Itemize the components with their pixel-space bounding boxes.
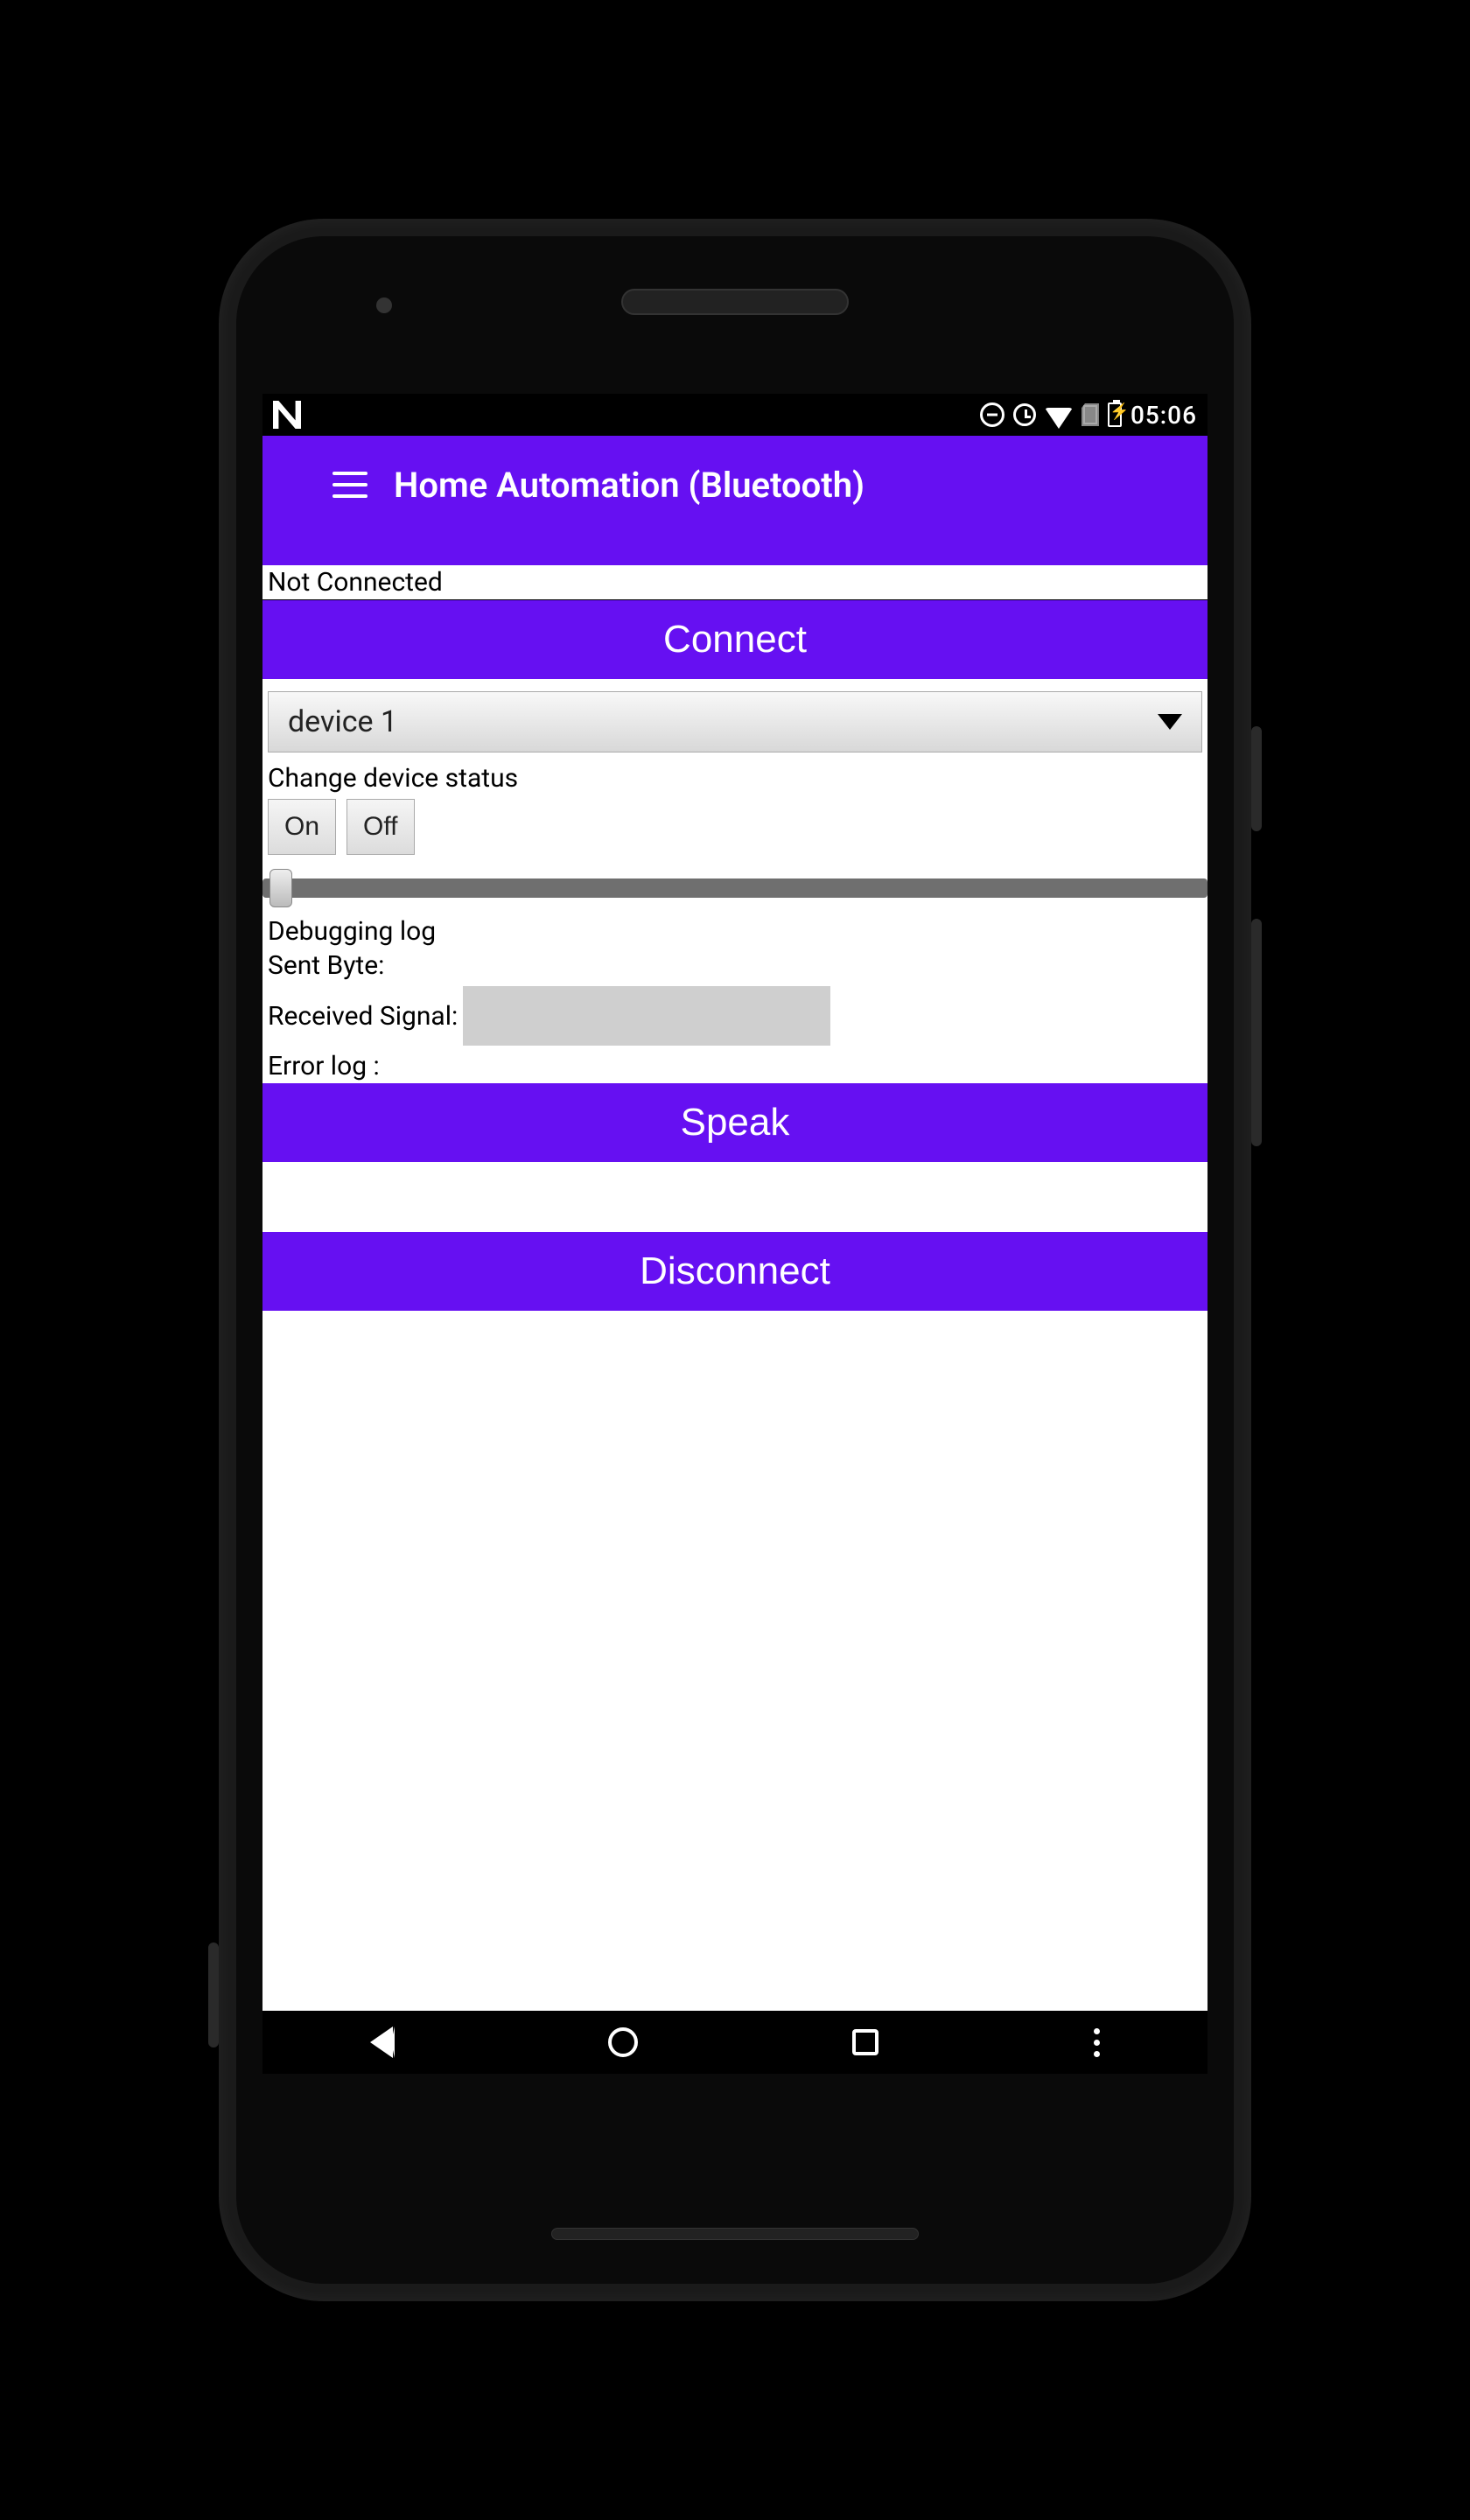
connect-button[interactable]: Connect xyxy=(262,600,1208,679)
do-not-disturb-icon xyxy=(980,402,1004,427)
error-log-label: Error log : xyxy=(262,1049,1208,1083)
level-slider[interactable] xyxy=(262,871,1208,906)
clock: 05:06 xyxy=(1130,401,1197,430)
received-signal-field[interactable] xyxy=(463,986,830,1046)
back-icon[interactable] xyxy=(370,2026,393,2058)
disconnect-button[interactable]: Disconnect xyxy=(262,1232,1208,1311)
volume-button xyxy=(1251,919,1262,1146)
connection-status: Not Connected xyxy=(262,565,1208,600)
navigation-bar xyxy=(262,2011,1208,2074)
overflow-menu-icon[interactable] xyxy=(1094,2028,1100,2057)
device-dropdown[interactable]: device 1 xyxy=(268,691,1202,752)
no-sim-icon xyxy=(1082,403,1099,426)
bottom-speaker xyxy=(551,2228,919,2240)
slider-track xyxy=(262,878,1208,898)
side-button xyxy=(208,1942,219,2048)
wifi-icon xyxy=(1045,408,1073,429)
change-device-status-label: Change device status xyxy=(262,752,1208,799)
android-n-icon xyxy=(273,401,301,429)
app-title: Home Automation (Bluetooth) xyxy=(394,465,864,506)
home-icon[interactable] xyxy=(608,2027,638,2057)
content-fill xyxy=(262,1311,1208,2011)
device-dropdown-value: device 1 xyxy=(288,704,397,739)
phone-frame: 05:06 Home Automation (Bluetooth) Not Co… xyxy=(219,219,1251,2301)
on-button[interactable]: On xyxy=(268,799,336,855)
slider-thumb[interactable] xyxy=(270,869,292,907)
chevron-down-icon xyxy=(1158,714,1182,730)
alarm-icon xyxy=(1013,403,1036,426)
status-bar: 05:06 xyxy=(262,394,1208,436)
recents-icon[interactable] xyxy=(852,2029,878,2055)
screen: 05:06 Home Automation (Bluetooth) Not Co… xyxy=(262,394,1208,2074)
header-accent-strip xyxy=(262,534,1208,565)
battery-charging-icon xyxy=(1108,402,1122,427)
debugging-log-heading: Debugging log xyxy=(262,914,1208,948)
app-bar: Home Automation (Bluetooth) xyxy=(262,436,1208,534)
received-signal-label: Received Signal: xyxy=(268,1001,458,1032)
power-button xyxy=(1251,726,1262,831)
front-camera xyxy=(376,298,392,313)
sent-byte-label: Sent Byte: xyxy=(262,948,1208,983)
speak-button[interactable]: Speak xyxy=(262,1083,1208,1162)
off-button[interactable]: Off xyxy=(346,799,414,855)
earpiece-speaker xyxy=(621,289,849,315)
spacer xyxy=(262,1162,1208,1232)
hamburger-menu-icon[interactable] xyxy=(332,472,368,498)
